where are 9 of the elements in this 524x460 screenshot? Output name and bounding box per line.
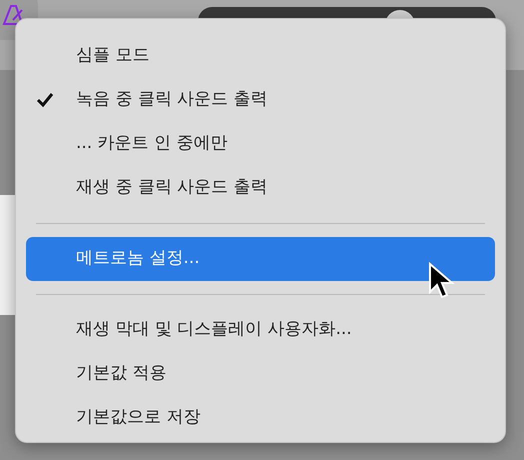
menu-item[interactable]: 기본값 적용	[26, 352, 495, 396]
menu-item[interactable]: 기본값으로 저장	[26, 396, 495, 440]
menu-item[interactable]: ... 카운트 인 중에만	[26, 122, 495, 166]
menu-item[interactable]: 재생 막대 및 디스플레이 사용자화...	[26, 308, 495, 352]
menu-item[interactable]: 메트로놈 설정...	[26, 237, 495, 281]
menu-item[interactable]: 재생 중 클릭 사운드 출력	[26, 166, 495, 210]
menu-item[interactable]: 심플 모드	[26, 34, 495, 78]
metronome-icon	[2, 4, 24, 26]
menu-item[interactable]: 녹음 중 클릭 사운드 출력	[26, 78, 495, 122]
